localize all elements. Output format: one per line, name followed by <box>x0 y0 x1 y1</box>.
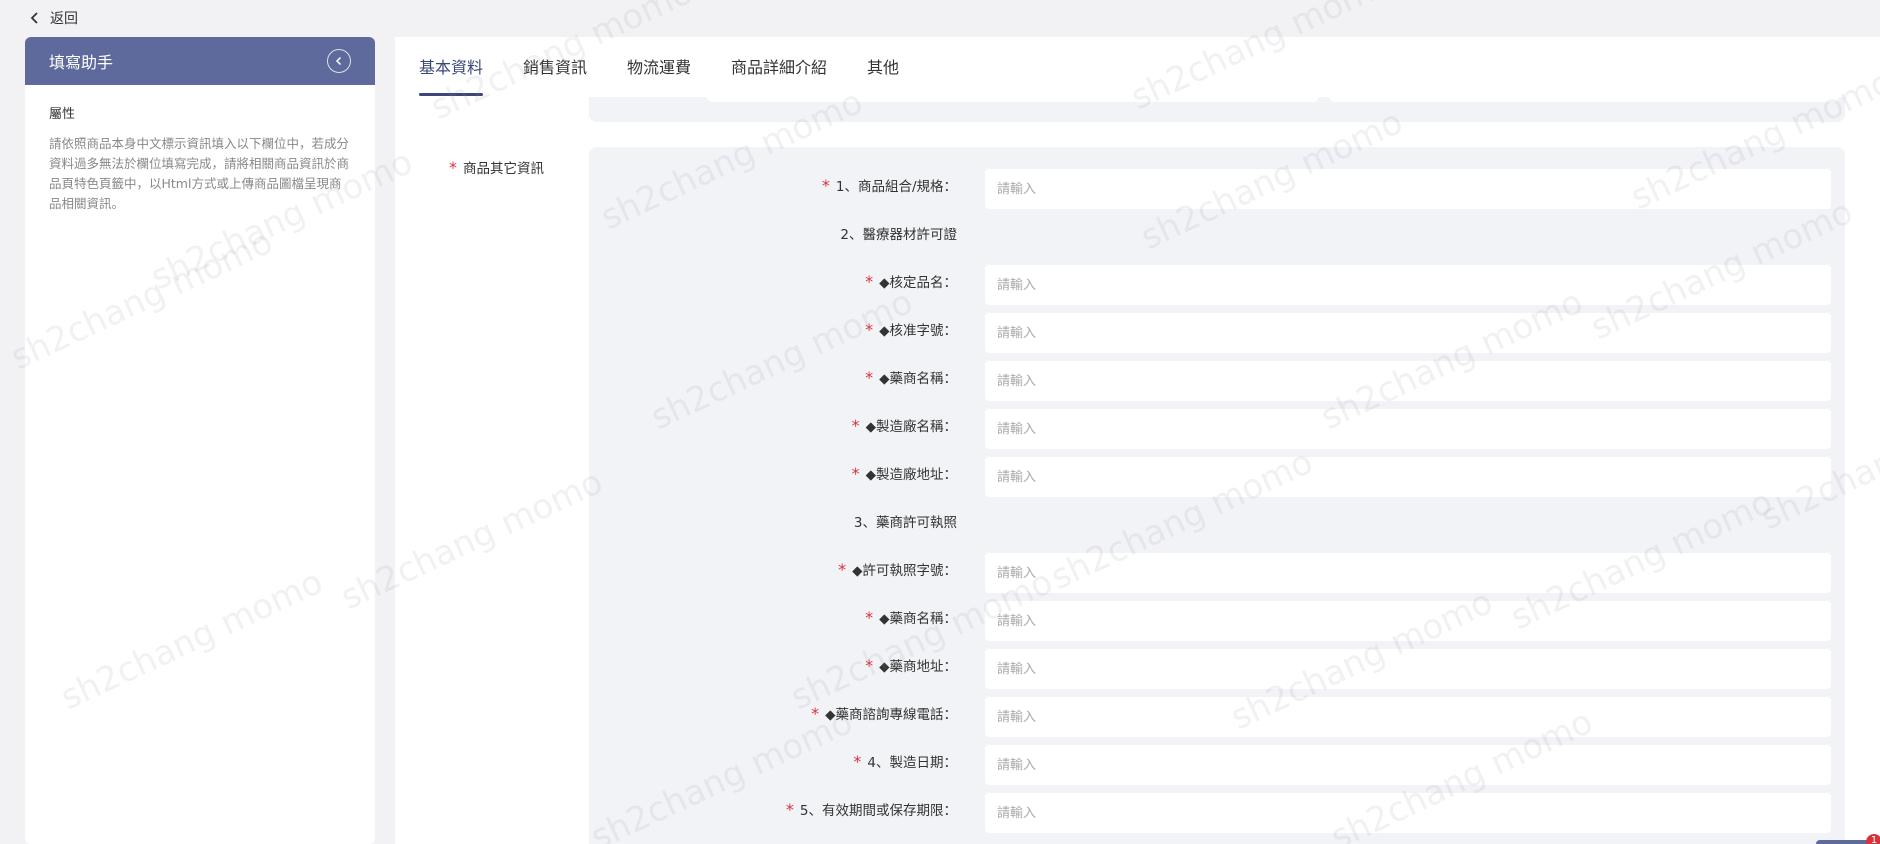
form-row-label-text: ◆藥商名稱： <box>879 611 957 627</box>
section-label-text: 商品其它資訊 <box>463 161 544 177</box>
helper-description: 請依照商品本身中文標示資訊填入以下欄位中，若成分資料過多無法於欄位填寫完成，請將… <box>49 136 350 211</box>
required-mark: * <box>865 368 874 387</box>
form-text-input[interactable] <box>985 697 1831 737</box>
form-row-label: 3、藥商許可執照 <box>854 511 957 531</box>
form-row-label: * ◆製造廠地址： <box>852 463 957 483</box>
form-row-label: 2、醫療器材許可證 <box>840 223 957 243</box>
form-row-label: * ◆藥商名稱： <box>865 367 957 387</box>
collapse-helper-button[interactable] <box>327 49 351 73</box>
tab-basic-info[interactable]: 基本資料 <box>419 54 483 78</box>
chevron-left-icon <box>335 56 342 66</box>
form-text-input[interactable] <box>985 361 1831 401</box>
form-row-label: * ◆製造廠名稱： <box>852 415 957 435</box>
fill-helper-panel: 填寫助手 屬性 請依照商品本身中文標示資訊填入以下欄位中，若成分資料過多無法於欄… <box>25 37 375 844</box>
form-text-input[interactable] <box>985 553 1831 593</box>
form-text-input[interactable] <box>985 649 1831 689</box>
required-mark: * <box>821 176 830 195</box>
required-mark: * <box>865 656 874 675</box>
required-mark: * <box>851 416 860 435</box>
form-row: * 1、商品組合/規格： <box>589 163 1845 209</box>
required-mark: * <box>865 272 874 291</box>
form-row-label-text: ◆核准字號： <box>879 323 957 339</box>
form-row-label: * ◆藥商地址： <box>865 655 957 675</box>
form-row-label-text: 2、醫療器材許可證 <box>840 227 957 243</box>
form-row-label: * ◆核准字號： <box>865 319 957 339</box>
form-text-input[interactable] <box>985 313 1831 353</box>
form-row-label-text: 5、有效期間或保存期限： <box>799 803 957 819</box>
form-row-label-text: 3、藥商許可執照 <box>853 515 957 531</box>
form-row-label-text: ◆藥商地址： <box>879 659 957 675</box>
tab-bar: 基本資料 銷售資訊 物流運費 商品詳細介紹 其他 <box>395 37 1880 97</box>
form-row: * ◆許可執照字號： <box>589 547 1845 593</box>
required-mark: * <box>853 752 862 771</box>
helper-body: 屬性 請依照商品本身中文標示資訊填入以下欄位中，若成分資料過多無法於欄位填寫完成… <box>25 85 375 232</box>
form-row: * ◆核准字號： <box>589 307 1845 353</box>
form-row: * ◆藥商諮詢專線電話： <box>589 691 1845 737</box>
form-row-label-text: ◆許可執照字號： <box>852 563 957 579</box>
form-row-label: * 4、製造日期： <box>853 751 957 771</box>
form-text-input[interactable] <box>985 601 1831 641</box>
form-row-label-text: ◆藥商諮詢專線電話： <box>825 707 957 723</box>
form-text-input[interactable] <box>985 457 1831 497</box>
tab-sales-info[interactable]: 銷售資訊 <box>523 54 587 78</box>
required-mark: * <box>865 608 874 627</box>
tab-product-details[interactable]: 商品詳細介紹 <box>731 54 827 78</box>
section-label: * 商品其它資訊 <box>449 157 544 177</box>
form-row: * 4、製造日期： <box>589 739 1845 785</box>
form-text-input[interactable] <box>985 793 1831 833</box>
form-text-input[interactable] <box>985 265 1831 305</box>
form-row: * 5、有效期間或保存期限： <box>589 787 1845 833</box>
tab-shipping[interactable]: 物流運費 <box>627 54 691 78</box>
helper-header: 填寫助手 <box>25 37 375 85</box>
form-row-label-text: ◆核定品名： <box>879 275 957 291</box>
form-row-label-text: ◆藥商名稱： <box>879 371 957 387</box>
form-row: * ◆核定品名： <box>589 259 1845 305</box>
helper-title: 填寫助手 <box>49 53 114 72</box>
form-row-label: * ◆藥商名稱： <box>865 607 957 627</box>
notification-badge: 1 <box>1866 834 1880 844</box>
form-card: * 1、商品組合/規格： 2、醫療器材許可證 * ◆核定品名： * ◆核准字號： * ◆藥商名稱… <box>589 147 1845 844</box>
form-row: 2、醫療器材許可證 <box>589 211 1845 251</box>
form-row-label-text: 4、製造日期： <box>867 755 957 771</box>
form-row-label-text: ◆製造廠名稱： <box>865 419 957 435</box>
form-text-input[interactable] <box>985 409 1831 449</box>
required-mark: * <box>449 158 457 177</box>
required-mark: * <box>851 464 860 483</box>
required-mark: * <box>865 320 874 339</box>
form-row: * ◆製造廠名稱： <box>589 403 1845 449</box>
tab-other[interactable]: 其他 <box>867 54 899 78</box>
form-row-label: * ◆核定品名： <box>865 271 957 291</box>
form-row: * ◆製造廠地址： <box>589 451 1845 497</box>
form-row-label: * 5、有效期間或保存期限： <box>786 799 957 819</box>
back-label: 返回 <box>50 11 78 27</box>
back-button[interactable]: 返回 <box>28 8 78 28</box>
tab-active-indicator <box>419 93 483 96</box>
form-row: * ◆藥商名稱： <box>589 595 1845 641</box>
required-mark: * <box>785 800 794 819</box>
form-row: 3、藥商許可執照 <box>589 499 1845 539</box>
required-mark: * <box>811 704 820 723</box>
main-content: 基本資料 銷售資訊 物流運費 商品詳細介紹 其他 * 商品其它資訊 * 1、商品組合… <box>395 37 1880 844</box>
form-row-label: * 1、商品組合/規格： <box>822 175 957 195</box>
form-row: * ◆藥商地址： <box>589 643 1845 689</box>
chevron-left-icon <box>30 12 38 24</box>
top-bar: 返回 <box>0 0 1880 37</box>
form-text-input[interactable] <box>985 169 1831 209</box>
form-row-label: * ◆許可執照字號： <box>838 559 957 579</box>
required-mark: * <box>838 560 847 579</box>
form-row-label: * ◆藥商諮詢專線電話： <box>811 703 957 723</box>
form-row-label-text: ◆製造廠地址： <box>865 467 957 483</box>
form-row: * ◆藥商名稱： <box>589 355 1845 401</box>
form-text-input[interactable] <box>985 745 1831 785</box>
helper-section-title: 屬性 <box>49 107 76 122</box>
form-row-label-text: 1、商品組合/規格： <box>835 179 957 195</box>
